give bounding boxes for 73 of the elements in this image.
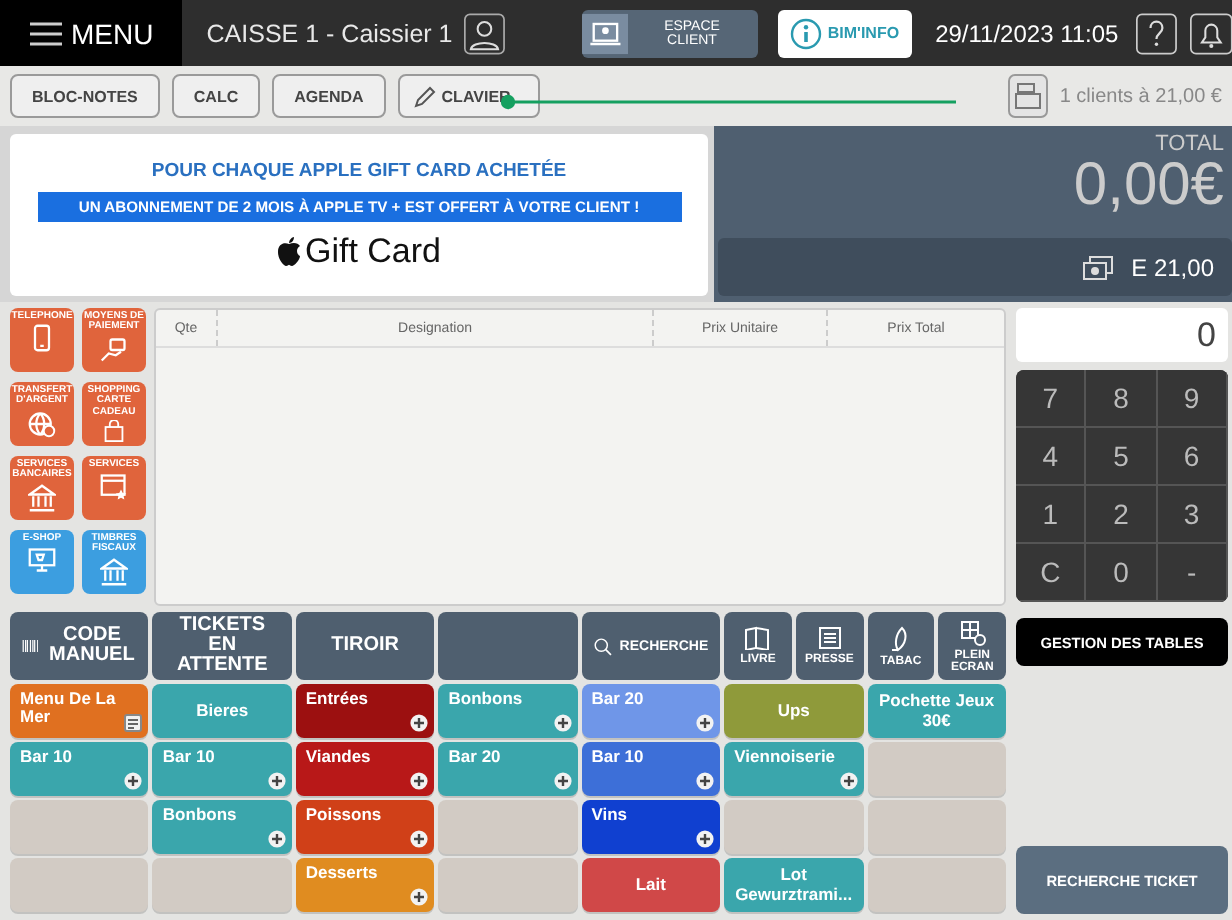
date-time: 29/11/2023 11:05 — [935, 19, 1119, 47]
keypad-key[interactable]: 0 — [1086, 544, 1158, 602]
plus-icon — [410, 714, 429, 732]
grid-icon — [959, 619, 986, 645]
screen-icon — [581, 9, 629, 57]
keypad-key[interactable]: 6 — [1157, 428, 1228, 486]
bank-icon — [100, 557, 128, 585]
register-label: CAISSE 1 - Caissier 1 — [206, 19, 453, 47]
clients-summary: 1 clients à 21,00 € — [1059, 85, 1222, 107]
product-name: Gift Card — [304, 231, 442, 271]
keypad-key[interactable]: 1 — [1016, 486, 1087, 544]
keypad-key[interactable]: - — [1157, 544, 1228, 602]
help-icon[interactable] — [1136, 9, 1178, 57]
menu-icon — [29, 21, 62, 45]
toolbar-button[interactable]: AGENDA — [272, 74, 386, 118]
plus-icon — [553, 714, 572, 732]
plus-icon — [696, 714, 715, 732]
plus-icon — [124, 772, 143, 790]
keypad-key[interactable]: 5 — [1086, 428, 1158, 486]
cash-icon — [1081, 255, 1114, 279]
quantity-display: 0 — [1016, 308, 1228, 362]
product-tile[interactable]: Lait — [581, 858, 721, 912]
list-icon — [124, 714, 143, 732]
product-tile[interactable]: Poissons — [295, 800, 435, 854]
action-button[interactable]: TIROIR — [295, 612, 435, 680]
menu-button[interactable]: MENU — [0, 0, 183, 66]
globe-icon — [28, 409, 56, 437]
hand-icon — [100, 335, 128, 363]
pencil-icon — [413, 85, 436, 107]
window-icon — [100, 472, 128, 501]
plus-icon — [696, 772, 715, 790]
phone-icon — [28, 324, 56, 353]
plus-icon — [410, 830, 429, 848]
total-label: TOTAL — [1155, 130, 1226, 156]
action-button[interactable]: CODE MANUEL — [10, 612, 149, 680]
info-button[interactable]: BIM'INFO — [777, 9, 912, 57]
keypad-key[interactable]: 3 — [1157, 486, 1228, 544]
product-tile[interactable]: Bar 10 — [581, 742, 721, 796]
book-icon — [744, 626, 771, 650]
action-button[interactable]: TICKETS EN ATTENTE — [152, 612, 292, 680]
keypad-key[interactable]: 8 — [1086, 370, 1158, 428]
keypad-key[interactable]: C — [1016, 544, 1087, 602]
keypad-key[interactable]: 9 — [1157, 370, 1228, 428]
plus-icon — [839, 772, 858, 790]
barcode-icon — [22, 636, 39, 656]
keypad-key[interactable]: 7 — [1016, 370, 1087, 428]
product-tile[interactable]: Menu De La Mer — [10, 684, 149, 738]
toolbar-button[interactable]: BLOC-NOTES — [10, 74, 160, 118]
info-icon — [789, 17, 822, 49]
user-icon[interactable] — [464, 9, 506, 57]
total-amount: 0,00€ — [1073, 156, 1226, 216]
leaf-icon — [890, 625, 911, 651]
product-tile[interactable]: Viandes — [295, 742, 435, 796]
promo-headline: POUR CHAQUE APPLE GIFT CARD ACHETÉE — [151, 159, 567, 181]
keypad-key[interactable]: 4 — [1016, 428, 1087, 486]
keypad-key[interactable]: 2 — [1086, 486, 1158, 544]
monitor-icon — [28, 546, 56, 575]
bank-icon — [28, 483, 56, 511]
plus-icon — [267, 830, 286, 848]
bell-icon[interactable] — [1189, 9, 1232, 57]
register-icon[interactable] — [1007, 74, 1048, 118]
toolbar-button[interactable]: CALC — [171, 74, 261, 118]
plus-icon — [410, 888, 429, 906]
apple-icon — [276, 236, 303, 266]
plus-icon — [410, 772, 429, 790]
product-tile[interactable]: Vins — [581, 800, 721, 854]
plus-icon — [267, 772, 286, 790]
newspaper-icon — [817, 626, 842, 650]
bag-icon — [100, 419, 128, 442]
plus-icon — [553, 772, 572, 790]
product-tile[interactable]: Entrées — [295, 684, 435, 738]
plus-icon — [696, 830, 715, 848]
payment-amount: E 21,00 — [1131, 253, 1214, 281]
